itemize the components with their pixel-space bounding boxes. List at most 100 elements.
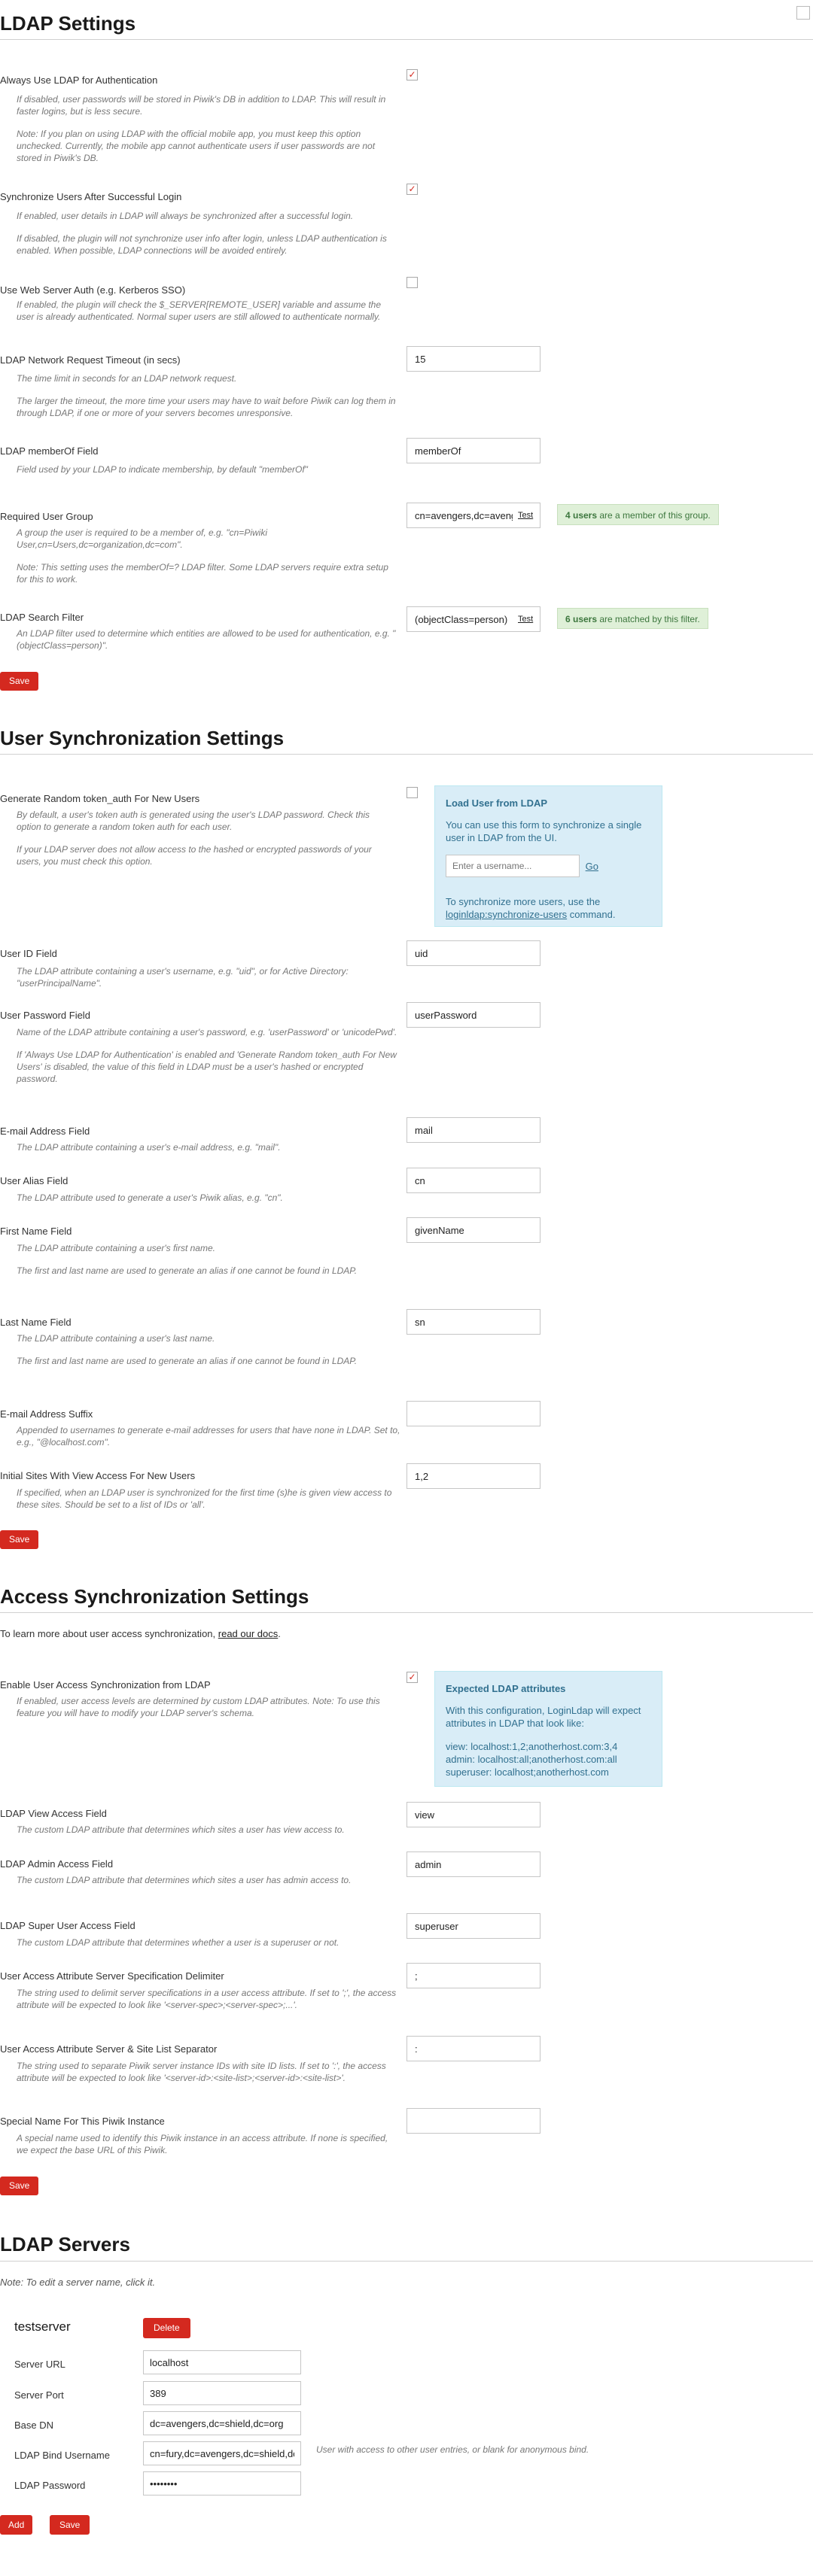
always-use-ldap-checkbox[interactable]: ✓ <box>406 69 418 80</box>
load-user-go-link[interactable]: Go <box>586 861 598 872</box>
help-text: If 'Always Use LDAP for Authentication' … <box>17 1050 397 1084</box>
web-server-auth-help: If enabled, the plugin will check the $_… <box>17 299 400 323</box>
email-field-input[interactable] <box>406 1117 540 1143</box>
bind-username-label: LDAP Bind Username <box>14 2450 110 2461</box>
help-text: The LDAP attribute containing a user's e… <box>17 1142 281 1153</box>
servers-note: Note: To edit a server name, click it. <box>0 2277 156 2288</box>
bind-username-input[interactable] <box>143 2441 301 2465</box>
server-delimiter-input[interactable] <box>406 1963 540 1988</box>
view-access-field-input[interactable] <box>406 1802 540 1827</box>
load-user-title: Load User from LDAP <box>446 797 548 809</box>
uid-field-input[interactable] <box>406 940 540 966</box>
divider <box>0 754 813 755</box>
required-group-test-link[interactable]: Test <box>518 511 533 520</box>
expected-attributes-title: Expected LDAP attributes <box>446 1683 566 1694</box>
help-text: The custom LDAP attribute that determine… <box>17 1875 352 1885</box>
initial-sites-help: If specified, when an LDAP user is synch… <box>17 1487 400 1511</box>
help-text: If enabled, user details in LDAP will al… <box>17 211 354 221</box>
save-user-sync-button[interactable]: Save <box>0 1530 39 1549</box>
special-name-input[interactable] <box>406 2108 540 2134</box>
add-server-button[interactable]: Add <box>0 2515 33 2535</box>
server-url-label: Server URL <box>14 2359 65 2370</box>
superuser-access-field-input[interactable] <box>406 1913 540 1939</box>
help-text: An LDAP filter used to determine which e… <box>17 628 396 651</box>
member-of-label: LDAP memberOf Field <box>0 445 99 457</box>
sync-command-link[interactable]: loginldap:synchronize-users <box>446 909 567 920</box>
enable-access-sync-checkbox[interactable]: ✓ <box>406 1672 418 1683</box>
section-title-ldap-servers: LDAP Servers <box>0 2233 130 2256</box>
expected-line: superuser: localhost;anotherhost.com <box>446 1766 609 1778</box>
help-text: Note: This setting uses the memberOf=? L… <box>17 562 388 585</box>
section-title-access-sync: Access Synchronization Settings <box>0 1585 309 1608</box>
load-user-username-input[interactable] <box>446 855 580 877</box>
password-field-input[interactable] <box>406 1002 540 1028</box>
base-dn-label: Base DN <box>14 2420 54 2431</box>
load-user-text-3: command. <box>567 909 616 920</box>
load-user-footer: To synchronize more users, use the login… <box>446 895 654 921</box>
help-text: Note: If you plan on using LDAP with the… <box>17 129 376 163</box>
alias-field-input[interactable] <box>406 1168 540 1193</box>
first-name-field-label: First Name Field <box>0 1226 72 1237</box>
help-text: A special name used to identify this Piw… <box>17 2133 388 2155</box>
badge-count: 6 users <box>565 614 598 624</box>
uid-field-help: The LDAP attribute containing a user's u… <box>17 965 400 989</box>
search-filter-label: LDAP Search Filter <box>0 612 84 623</box>
timeout-input[interactable] <box>406 346 540 372</box>
help-text: Field used by your LDAP to indicate memb… <box>17 464 308 475</box>
square-icon[interactable] <box>796 6 810 20</box>
save-servers-button[interactable]: Save <box>50 2515 90 2535</box>
site-separator-help: The string used to separate Piwik server… <box>17 2060 400 2084</box>
help-text: The first and last name are used to gene… <box>17 1356 358 1366</box>
view-access-field-help: The custom LDAP attribute that determine… <box>17 1824 400 1836</box>
help-text: If enabled, the plugin will check the $_… <box>17 299 382 322</box>
base-dn-input[interactable] <box>143 2411 301 2435</box>
server-name-title[interactable]: testserver <box>14 2319 71 2334</box>
server-port-label: Server Port <box>14 2389 64 2401</box>
server-url-input[interactable] <box>143 2350 301 2374</box>
delete-server-button[interactable]: Delete <box>143 2318 190 2338</box>
section-title-user-sync: User Synchronization Settings <box>0 727 285 749</box>
server-port-input[interactable] <box>143 2381 301 2405</box>
ldap-password-input[interactable] <box>143 2471 301 2496</box>
always-use-ldap-help: If disabled, user passwords will be stor… <box>17 93 400 164</box>
password-field-label: User Password Field <box>0 1010 90 1021</box>
last-name-field-input[interactable] <box>406 1309 540 1335</box>
load-user-row: Go <box>446 855 654 877</box>
site-separator-input[interactable] <box>406 2036 540 2061</box>
badge-text: are matched by this filter. <box>597 614 700 624</box>
first-name-field-input[interactable] <box>406 1217 540 1243</box>
email-suffix-help: Appended to usernames to generate e-mail… <box>17 1424 400 1448</box>
help-text: If your LDAP server does not allow acces… <box>17 844 372 867</box>
save-ldap-settings-button[interactable]: Save <box>0 672 39 691</box>
server-delimiter-label: User Access Attribute Server Specificati… <box>0 1970 224 1982</box>
random-token-checkbox[interactable] <box>406 787 418 798</box>
load-user-text-2: To synchronize more users, use the <box>446 896 601 907</box>
member-of-input[interactable] <box>406 438 540 463</box>
intro-end: . <box>278 1628 281 1639</box>
help-text: If disabled, user passwords will be stor… <box>17 94 386 117</box>
help-text: The string used to separate Piwik server… <box>17 2061 386 2083</box>
sync-users-checkbox[interactable]: ✓ <box>406 184 418 195</box>
access-sync-intro: To learn more about user access synchron… <box>0 1628 281 1639</box>
read-docs-link[interactable]: read our docs <box>218 1628 279 1639</box>
search-filter-status-badge: 6 users are matched by this filter. <box>557 608 708 629</box>
help-text: If enabled, user access levels are deter… <box>17 1696 380 1718</box>
help-text: By default, a user's token auth is gener… <box>17 810 370 832</box>
expected-line: admin: localhost:all;anotherhost.com:all <box>446 1754 617 1765</box>
superuser-access-field-label: LDAP Super User Access Field <box>0 1920 136 1931</box>
random-token-label: Generate Random token_auth For New Users <box>0 793 200 804</box>
help-text: Appended to usernames to generate e-mail… <box>17 1425 400 1447</box>
required-group-status-badge: 4 users are a member of this group. <box>557 504 719 525</box>
email-suffix-label: E-mail Address Suffix <box>0 1408 93 1420</box>
web-server-auth-checkbox[interactable] <box>406 277 418 288</box>
search-filter-test-link[interactable]: Test <box>518 615 533 624</box>
admin-access-field-input[interactable] <box>406 1852 540 1877</box>
initial-sites-input[interactable] <box>406 1463 540 1489</box>
required-group-help: A group the user is required to be a mem… <box>17 527 400 585</box>
initial-sites-label: Initial Sites With View Access For New U… <box>0 1470 196 1481</box>
email-suffix-input[interactable] <box>406 1401 540 1426</box>
superuser-access-field-help: The custom LDAP attribute that determine… <box>17 1937 400 1949</box>
site-separator-label: User Access Attribute Server & Site List… <box>0 2043 218 2055</box>
save-access-sync-button[interactable]: Save <box>0 2177 39 2195</box>
email-field-help: The LDAP attribute containing a user's e… <box>17 1141 400 1153</box>
